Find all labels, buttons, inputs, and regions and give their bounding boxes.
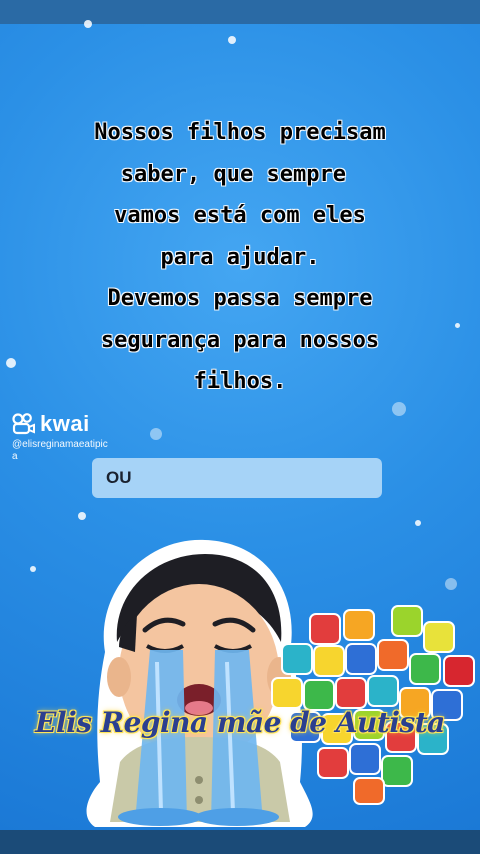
kwai-watermark: kwai @elisreginamaeatipica [12,411,112,463]
message-line: para ajudar. [160,244,320,270]
signature-caption: Elis Regina mãe de Autista [35,706,445,739]
status-bar [0,0,480,24]
input-value: OU [106,468,132,487]
sparkle-dot [392,402,406,416]
autism-puzzle-heart-icon [271,605,475,805]
message-line: Nossos filhos precisam [94,120,386,145]
sparkle-dot [445,578,457,590]
message-text: Nossos filhos precisam saber, que sempre… [40,112,440,403]
text-input[interactable]: OU [92,458,382,498]
sparkle-dot [30,566,36,572]
sparkle-dot [6,358,16,368]
kwai-brand: kwai [40,411,90,436]
sparkle-dot [84,20,92,28]
sparkle-dot [78,512,86,520]
message-line: filhos. [193,369,287,394]
kwai-logo-icon [12,413,35,435]
sparkle-dot [150,428,162,440]
message-line: vamos está com eles [114,203,366,228]
sparkle-dot [455,323,460,328]
message-line: segurança para nossos [100,327,380,353]
sparkle-dot [228,36,236,44]
message-line: saber, que sempre [120,161,360,187]
navigation-bar [0,830,480,854]
message-line: Devemos passa sempre [107,286,373,311]
sparkle-dot [415,520,421,526]
